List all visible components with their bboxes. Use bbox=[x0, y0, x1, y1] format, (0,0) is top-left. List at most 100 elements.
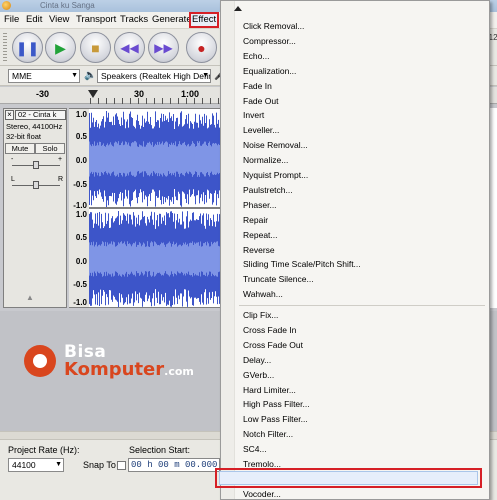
menu-transport[interactable]: Transport bbox=[76, 14, 116, 26]
effect-menu-item[interactable]: Phaser... bbox=[243, 200, 277, 211]
menu-view[interactable]: View bbox=[49, 14, 69, 26]
project-rate-select[interactable]: 44100 ▼ bbox=[8, 458, 64, 472]
effect-menu-item[interactable]: Wahwah... bbox=[243, 289, 283, 300]
scale-label: -1.0 bbox=[73, 298, 87, 307]
record-icon: ● bbox=[197, 39, 206, 56]
collapse-track-icon[interactable]: ▲ bbox=[26, 293, 34, 302]
effect-menu-item[interactable]: Nyquist Prompt... bbox=[243, 170, 308, 181]
waveform-channel-left[interactable] bbox=[89, 108, 221, 208]
skip-to-end-button[interactable]: ▶▶ bbox=[148, 32, 179, 63]
effect-menu-item[interactable]: GVerb... bbox=[243, 370, 274, 381]
stop-button[interactable]: ■ bbox=[80, 32, 111, 63]
project-rate-label: Project Rate (Hz): bbox=[8, 445, 80, 455]
effect-menu-item[interactable]: Leveller... bbox=[243, 125, 279, 136]
effect-menu-item[interactable]: Click Removal... bbox=[243, 21, 304, 32]
effect-menu-item[interactable]: Sliding Time Scale/Pitch Shift... bbox=[243, 259, 361, 270]
scale-label: 1.0 bbox=[75, 210, 87, 219]
waveform-channel-right[interactable] bbox=[89, 208, 221, 308]
gain-slider[interactable] bbox=[33, 161, 39, 169]
track-control-panel: × 02 - Cinta k Stereo, 44100Hz 32-bit fl… bbox=[3, 108, 67, 308]
snap-to-label: Snap To bbox=[83, 460, 116, 470]
project-rate-value: 44100 bbox=[12, 460, 36, 470]
skip-to-start-button[interactable]: ◀◀ bbox=[114, 32, 145, 63]
solo-button[interactable]: Solo bbox=[35, 143, 65, 154]
scale-label: -0.5 bbox=[73, 180, 87, 189]
watermark-logo: Bisa Komputer.com bbox=[24, 342, 224, 385]
menu-gutter bbox=[221, 1, 235, 499]
scale-label: 0.0 bbox=[75, 156, 87, 165]
menu-separator bbox=[239, 305, 485, 306]
effect-menu-item[interactable]: Cross Fade Out bbox=[243, 340, 303, 351]
effect-menu-item[interactable]: Compressor... bbox=[243, 36, 296, 47]
pan-slider[interactable] bbox=[33, 181, 39, 189]
scale-label: 0.5 bbox=[75, 233, 87, 242]
waveform-right bbox=[89, 211, 221, 307]
selection-start-field[interactable]: 00 h 00 m 00.000 bbox=[128, 458, 220, 472]
effect-menu-item[interactable]: Echo... bbox=[243, 51, 269, 62]
audio-host-select[interactable]: MME ▼ bbox=[8, 69, 80, 83]
audio-host-value: MME bbox=[12, 71, 32, 81]
effect-menu-item[interactable]: Delay... bbox=[243, 355, 271, 366]
track-name-menu[interactable]: 02 - Cinta k bbox=[15, 110, 66, 120]
window-title: Cinta ku Sanga bbox=[40, 1, 95, 10]
track-rate: Stereo, 44100Hz bbox=[6, 122, 63, 131]
menu-generate[interactable]: Generate bbox=[152, 14, 192, 26]
skip-start-icon: ◀◀ bbox=[120, 40, 139, 55]
effect-menu-item[interactable]: Paulstretch... bbox=[243, 185, 293, 196]
toolbar-grip[interactable] bbox=[3, 33, 7, 61]
effect-menu-item[interactable]: Noise Removal... bbox=[243, 140, 308, 151]
close-track-icon[interactable]: × bbox=[5, 110, 14, 120]
menu-item-highlight bbox=[219, 471, 478, 485]
logo-text-bottom: Komputer.com bbox=[64, 359, 194, 380]
pan-right-label: R bbox=[58, 176, 64, 183]
play-head-marker-icon[interactable] bbox=[88, 90, 98, 98]
effect-menu-item[interactable]: Repair bbox=[243, 215, 268, 226]
record-button[interactable]: ● bbox=[186, 32, 217, 63]
chevron-down-icon: ▼ bbox=[55, 461, 62, 468]
effect-menu-item[interactable]: Reverse bbox=[243, 245, 275, 256]
scale-label: 1.0 bbox=[75, 110, 87, 119]
effect-menu-item[interactable]: Equalization... bbox=[243, 66, 296, 77]
effect-menu-item[interactable]: Invert bbox=[243, 110, 264, 121]
scroll-up-icon[interactable] bbox=[234, 6, 242, 11]
effect-menu-item[interactable]: Truncate Silence... bbox=[243, 274, 314, 285]
pause-button[interactable]: ❚❚ bbox=[12, 32, 43, 63]
logo-text-suffix: .com bbox=[164, 365, 194, 378]
effect-menu-item[interactable]: Cross Fade In bbox=[243, 325, 296, 336]
menu-file[interactable]: File bbox=[4, 14, 19, 26]
effect-menu-item[interactable]: Vocoder... bbox=[243, 489, 281, 500]
effect-menu-item[interactable]: Normalize... bbox=[243, 155, 288, 166]
scale-label: 0.0 bbox=[75, 257, 87, 266]
effect-menu-item[interactable]: Fade In bbox=[243, 81, 272, 92]
speaker-icon: 🔈 bbox=[84, 70, 97, 81]
audacity-app-icon bbox=[2, 1, 11, 10]
effect-menu-item[interactable]: Repeat... bbox=[243, 230, 278, 241]
mute-button[interactable]: Mute bbox=[5, 143, 35, 154]
effect-menu-item[interactable]: Clip Fix... bbox=[243, 310, 278, 321]
scale-label: 0.5 bbox=[75, 132, 87, 141]
logo-text-main: Komputer bbox=[64, 359, 165, 380]
ruler-ticks bbox=[90, 98, 220, 104]
menu-edit[interactable]: Edit bbox=[26, 14, 42, 26]
output-device-select[interactable]: Speakers (Realtek High Definit ▼ bbox=[97, 69, 211, 83]
chevron-down-icon: ▼ bbox=[71, 72, 78, 79]
logo-badge-icon bbox=[24, 345, 56, 377]
effect-menu-item[interactable]: Fade Out bbox=[243, 96, 278, 107]
pan-left-label: L bbox=[11, 176, 15, 183]
highlight-frame bbox=[215, 468, 482, 488]
scale-label: -1.0 bbox=[73, 201, 87, 210]
pause-icon: ❚❚ bbox=[15, 39, 40, 56]
effect-menu-item[interactable]: Low Pass Filter... bbox=[243, 414, 308, 425]
effect-menu-item[interactable]: Notch Filter... bbox=[243, 429, 293, 440]
effect-menu-item[interactable]: Hard Limiter... bbox=[243, 385, 296, 396]
ruler-label: -30 bbox=[36, 89, 50, 99]
menu-tracks[interactable]: Tracks bbox=[120, 14, 148, 26]
effect-menu-item[interactable]: SC4... bbox=[243, 444, 267, 455]
output-device-value: Speakers (Realtek High Definit bbox=[101, 71, 211, 81]
gain-minus-label: - bbox=[11, 156, 14, 163]
snap-to-checkbox[interactable] bbox=[117, 461, 126, 470]
play-button[interactable]: ▶ bbox=[45, 32, 76, 63]
menu-effect[interactable]: Effect bbox=[189, 12, 220, 28]
effect-menu-item[interactable]: High Pass Filter... bbox=[243, 399, 310, 410]
track-format: 32-bit float bbox=[6, 132, 42, 141]
